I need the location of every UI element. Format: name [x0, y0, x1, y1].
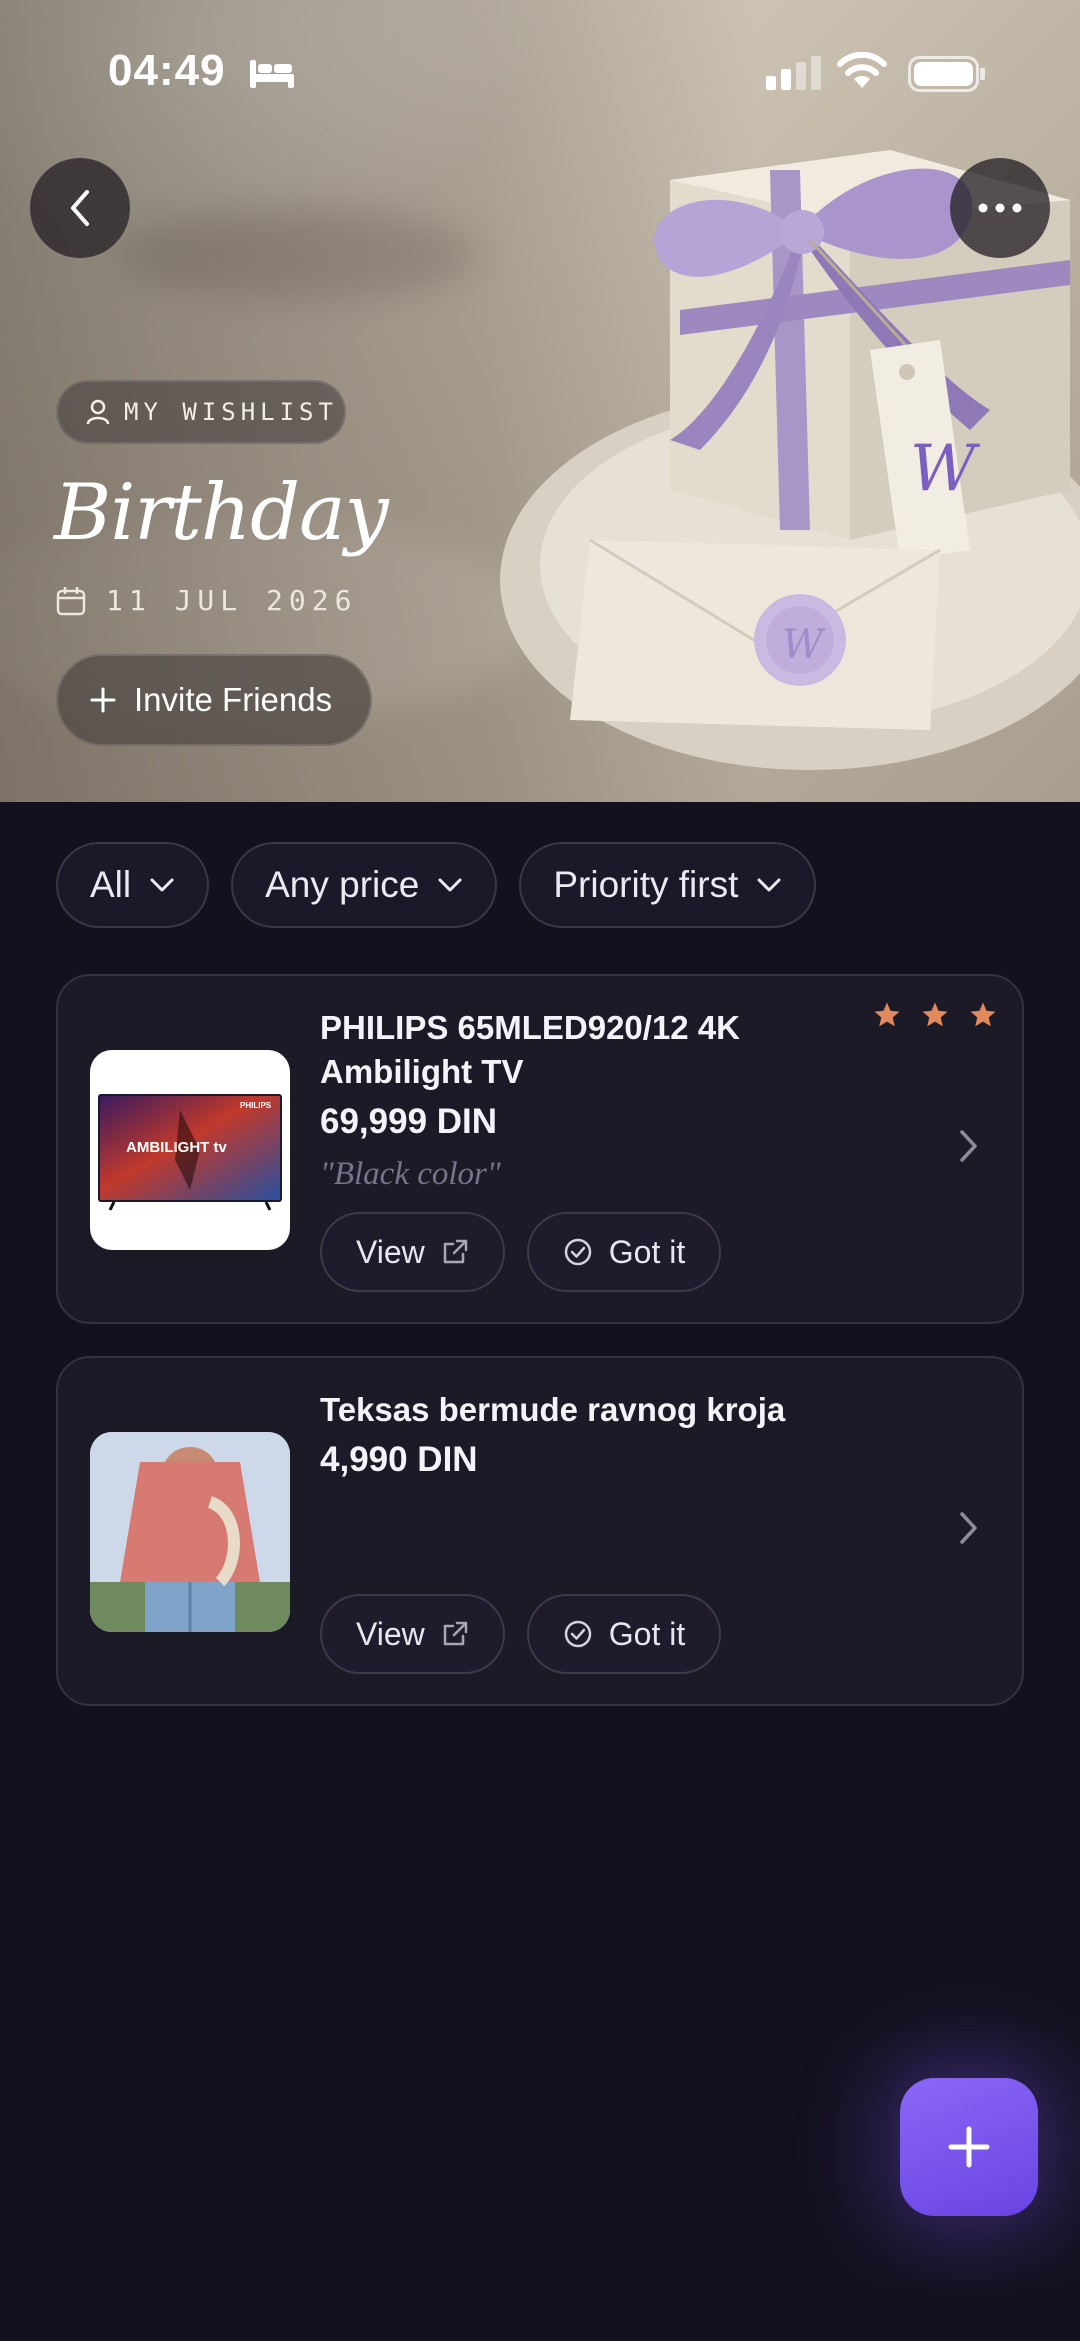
status-bar: 04:49 — [0, 0, 1080, 140]
calendar-icon — [56, 586, 86, 615]
chevron-down-icon — [150, 878, 174, 892]
person-icon — [86, 399, 110, 425]
filter-category-dropdown[interactable]: All — [56, 842, 210, 928]
item-thumbnail — [90, 1432, 290, 1632]
back-button[interactable] — [30, 158, 130, 258]
chevron-right-icon[interactable] — [958, 1128, 980, 1164]
wishlist-title: Birthday — [54, 468, 389, 558]
add-item-button[interactable] — [900, 2078, 1038, 2216]
view-button[interactable]: View — [320, 1212, 505, 1292]
star-icon — [874, 1002, 900, 1027]
event-date-label: 11 JUL 2026 — [106, 584, 358, 617]
more-icon — [978, 203, 1022, 213]
got-it-button[interactable]: Got it — [526, 1594, 722, 1674]
item-name: PHILIPS 65MLED920/12 4K Ambilight TV — [320, 1009, 741, 1090]
external-link-icon — [443, 1621, 468, 1646]
tv-product-image: PHILIPS AMBILIGHT tv — [98, 1094, 282, 1211]
invite-friends-button[interactable]: Invite Friends — [56, 654, 372, 746]
filter-price-label: Any price — [265, 864, 420, 905]
bed-icon — [250, 60, 294, 88]
priority-stars — [872, 1000, 998, 1030]
view-label: View — [356, 1233, 425, 1270]
back-icon — [71, 190, 89, 226]
shorts-product-image — [90, 1432, 290, 1632]
plus-icon — [948, 2126, 990, 2168]
filter-category-label: All — [90, 864, 132, 905]
status-time: 04:49 — [108, 46, 226, 95]
chevron-down-icon — [438, 878, 462, 892]
external-link-icon — [443, 1239, 468, 1264]
sort-priority-label: Priority first — [553, 864, 739, 905]
item-actions: View Got it — [320, 1594, 722, 1674]
svg-text:W: W — [910, 432, 981, 506]
sort-priority-dropdown[interactable]: Priority first — [519, 842, 817, 928]
wish-item-card[interactable]: PHILIPS AMBILIGHT tv PHILIPS 65MLED920/1… — [56, 974, 1024, 1324]
view-button[interactable]: View — [320, 1594, 505, 1674]
item-note: "Black color" — [320, 1156, 501, 1192]
got-it-label: Got it — [608, 1233, 686, 1270]
item-actions: View Got it — [320, 1212, 722, 1292]
got-it-label: Got it — [608, 1615, 686, 1652]
chevron-right-icon[interactable] — [958, 1510, 980, 1546]
chevron-down-icon — [757, 878, 781, 892]
star-icon — [922, 1002, 948, 1027]
wifi-icon — [837, 52, 887, 88]
item-thumbnail: PHILIPS AMBILIGHT tv — [90, 1050, 290, 1250]
svg-text:W: W — [782, 622, 826, 668]
wish-item-card[interactable]: Teksas bermude ravnog kroja 4,990 DIN Vi… — [56, 1356, 1024, 1706]
hero-banner: W W 04:49 MY WISHLIST Birthday 11 JUL 20… — [0, 0, 1080, 802]
battery-icon — [908, 56, 985, 92]
owner-badge: MY WISHLIST — [56, 380, 346, 444]
check-circle-icon — [564, 1238, 592, 1266]
star-icon — [970, 1002, 996, 1027]
owner-label: MY WISHLIST — [124, 398, 338, 426]
filter-bar: All Any price Priority first — [56, 842, 817, 928]
thumb-caption: AMBILIGHT tv — [126, 1139, 227, 1156]
thumb-brand: PHILIPS — [240, 1101, 272, 1110]
item-price: 4,990 DIN — [320, 1440, 478, 1479]
item-name: Teksas bermude ravnog kroja — [320, 1391, 786, 1428]
plus-icon — [90, 687, 116, 713]
event-date: 11 JUL 2026 — [56, 584, 357, 617]
more-options-button[interactable] — [950, 158, 1050, 258]
view-label: View — [356, 1615, 425, 1652]
invite-friends-label: Invite Friends — [134, 681, 333, 718]
signal-icon — [766, 56, 821, 90]
filter-price-dropdown[interactable]: Any price — [231, 842, 498, 928]
item-price: 69,999 DIN — [320, 1102, 498, 1141]
check-circle-icon — [564, 1620, 592, 1648]
got-it-button[interactable]: Got it — [526, 1212, 722, 1292]
